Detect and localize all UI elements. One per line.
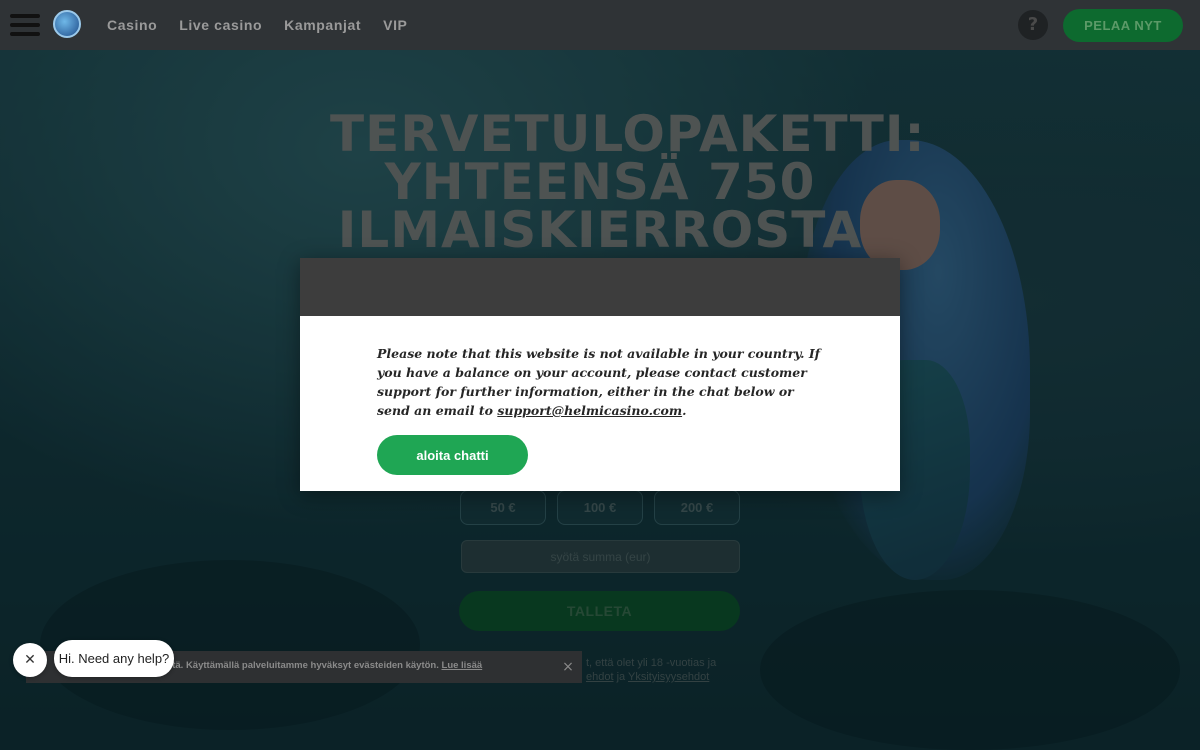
modal-body: Please note that this website is not ava… <box>300 316 900 491</box>
nav-item-vip[interactable]: VIP <box>383 17 407 33</box>
amount-option-200[interactable]: 200 € <box>654 490 740 525</box>
hero-title-line: YHTEENSÄ 750 <box>384 153 816 211</box>
legal-text: t, että olet yli 18 -vuotias ja ehdot ja… <box>586 656 726 684</box>
cookie-text: evästeitä. Käyttämällä palveluitamme hyv… <box>140 660 482 671</box>
background-rock <box>760 590 1180 750</box>
menu-icon[interactable] <box>10 14 40 36</box>
deposit-amount-options: 50 € 100 € 200 € <box>460 490 740 525</box>
modal-message: Please note that this website is not ava… <box>377 344 823 420</box>
start-chat-button[interactable]: aloita chatti <box>377 435 528 475</box>
help-close-icon[interactable]: ✕ <box>13 643 47 677</box>
help-bubble[interactable]: Hi. Need any help? <box>54 640 174 677</box>
main-nav: Casino Live casino Kampanjat VIP <box>107 0 408 50</box>
nav-item-kampanjat[interactable]: Kampanjat <box>284 17 361 33</box>
legal-line: t, että olet yli 18 -vuotias ja <box>586 657 717 669</box>
cookie-more-link[interactable]: Lue lisää <box>442 660 483 671</box>
nav-item-live-casino[interactable]: Live casino <box>179 17 262 33</box>
modal-message-suffix: . <box>682 403 687 418</box>
amount-option-100[interactable]: 100 € <box>557 490 643 525</box>
amount-option-50[interactable]: 50 € <box>460 490 546 525</box>
hero-title-line: TERVETULOPAKETTI: <box>330 105 926 163</box>
modal-header <box>300 258 900 316</box>
cookie-message: evästeitä. Käyttämällä palveluitamme hyv… <box>140 660 439 671</box>
chat-question-icon[interactable]: ? <box>1018 10 1048 40</box>
close-icon[interactable]: × <box>559 658 577 676</box>
logo-icon[interactable] <box>53 10 81 38</box>
hero-title-line: ILMAISKIERROSTA <box>337 201 863 259</box>
top-nav: Casino Live casino Kampanjat VIP ? PELAA… <box>0 0 1200 50</box>
terms-link[interactable]: ehdot <box>586 671 614 683</box>
deposit-sum-input[interactable] <box>461 540 740 573</box>
nav-item-casino[interactable]: Casino <box>107 17 157 33</box>
privacy-link[interactable]: Yksityisyysehdot <box>628 671 709 683</box>
play-now-button[interactable]: PELAA NYT <box>1063 9 1183 42</box>
deposit-button[interactable]: TALLETA <box>459 591 740 631</box>
country-restriction-modal: Please note that this website is not ava… <box>300 258 900 491</box>
legal-and: ja <box>616 671 626 683</box>
support-email-link[interactable]: support@helmicasino.com <box>497 403 682 418</box>
hero-title: TERVETULOPAKETTI: YHTEENSÄ 750 ILMAISKIE… <box>330 105 926 259</box>
